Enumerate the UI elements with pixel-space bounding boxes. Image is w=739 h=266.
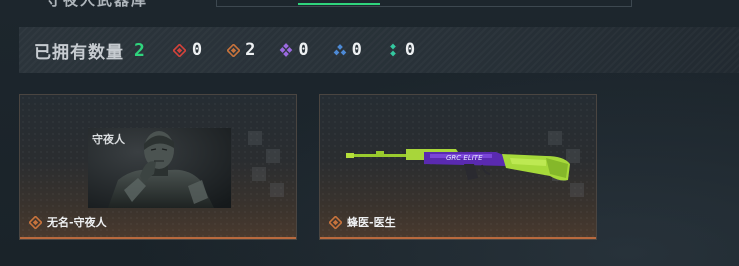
orange-diamond-icon: [328, 215, 342, 229]
rarity-red-count: 0: [191, 40, 203, 60]
rarity-red: 0: [173, 40, 202, 60]
rarity-green-count: 0: [404, 40, 416, 60]
orange-diamond-icon: [28, 215, 42, 229]
green-dots-icon: [386, 43, 400, 57]
rarity-orange-count: 2: [245, 40, 256, 60]
owned-stats-bar: 已拥有数量 2 0 2 0 0 0: [19, 27, 739, 73]
top-tab-strip: 守夜人武器库: [0, 0, 739, 10]
rarity-purple: 0: [279, 40, 309, 60]
owned-count: 2: [134, 39, 145, 61]
active-tab-indicator: [298, 3, 380, 5]
red-diamond-icon: [173, 43, 187, 57]
skin-card[interactable]: GRC ELITE 蜂医-医生: [319, 94, 597, 240]
weapon-logo: GRC ELITE: [446, 154, 483, 162]
rarity-purple-count: 0: [298, 40, 309, 60]
card-pattern: [248, 131, 288, 201]
armory-page: 守夜人武器库 已拥有数量 2 0 2 0 0 0 守夜人 无名-守夜人 GRC …: [0, 0, 739, 266]
card-footer: 蜂医-医生: [328, 214, 396, 230]
owned-label: 已拥有数量: [34, 42, 124, 63]
rarity-blue: 0: [333, 40, 362, 60]
rarity-green: 0: [386, 40, 415, 60]
orange-diamond-icon: [226, 43, 240, 57]
top-tab-frame[interactable]: [216, 0, 632, 7]
card-name: 无名-守夜人: [47, 216, 107, 229]
blue-cluster-icon: [333, 43, 347, 57]
rarity-orange: 2: [226, 40, 255, 60]
character-logo: 守夜人: [92, 132, 126, 146]
card-footer: 无名-守夜人: [28, 214, 107, 230]
rifle-image: GRC ELITE: [346, 140, 572, 200]
skin-card[interactable]: 守夜人 无名-守夜人: [19, 94, 297, 240]
character-portrait: 守夜人: [88, 128, 231, 208]
card-name: 蜂医-医生: [347, 216, 396, 229]
purple-cluster-icon: [279, 43, 293, 57]
top-cut-title: 守夜人武器库: [46, 0, 149, 9]
rarity-blue-count: 0: [351, 40, 362, 60]
